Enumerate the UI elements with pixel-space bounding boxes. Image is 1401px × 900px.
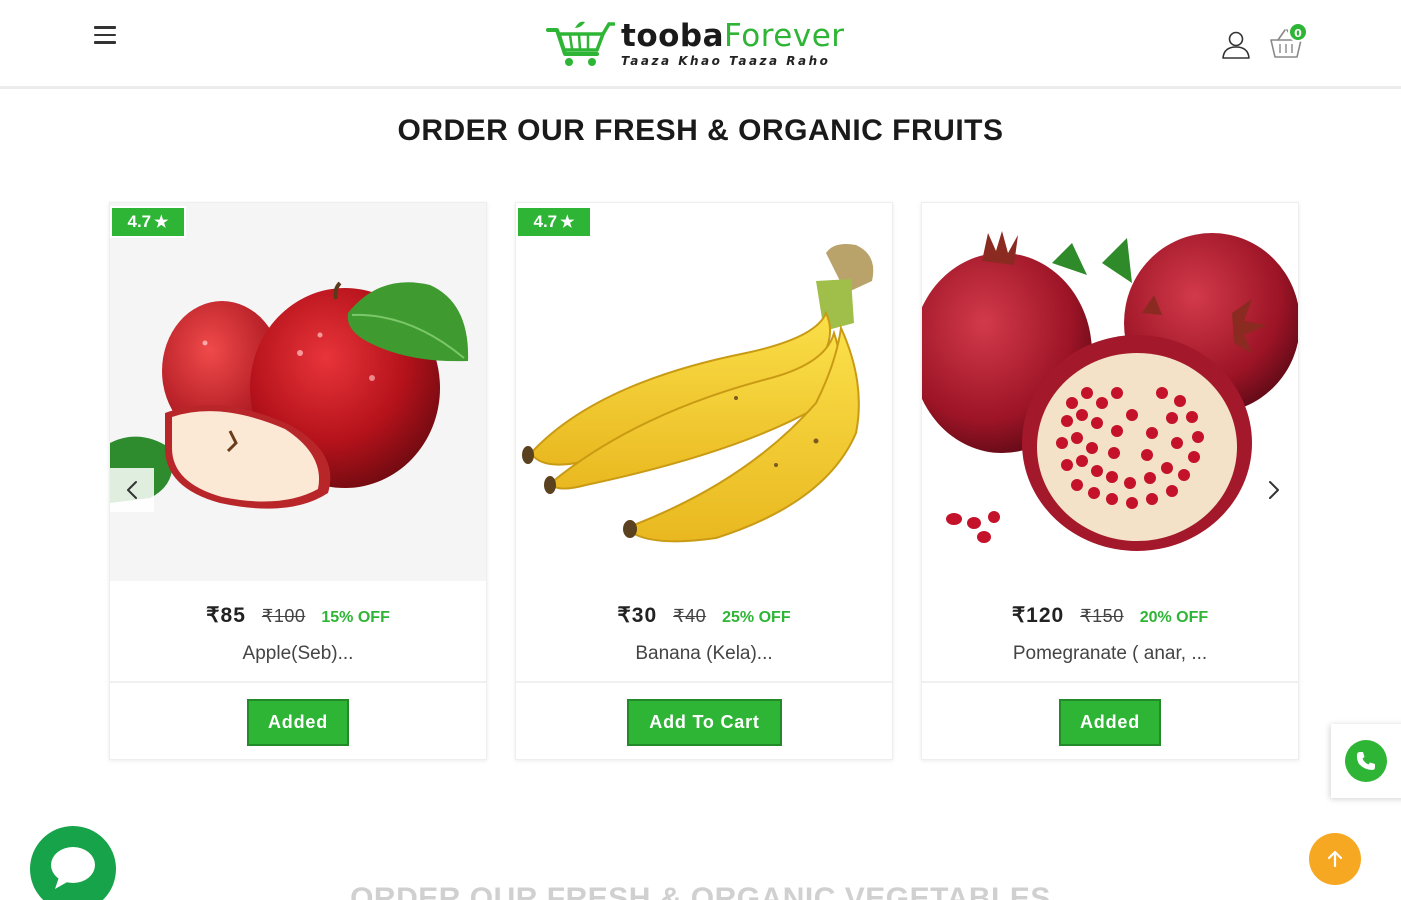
user-icon[interactable]	[1220, 28, 1252, 60]
selling-price: ₹30	[617, 604, 658, 627]
card-divider	[516, 681, 892, 683]
pomegranate-image	[922, 231, 1298, 551]
add-to-cart-button[interactable]: Add To Cart	[627, 699, 782, 746]
logo-cart-icon	[546, 21, 615, 66]
apple-image	[110, 281, 469, 509]
discount-label: 15% OFF	[321, 609, 390, 626]
phone-icon	[1345, 740, 1387, 782]
added-button[interactable]: Added	[247, 699, 349, 746]
star-icon: ★	[560, 214, 575, 231]
rating-badge: 4.7 ★	[516, 206, 592, 238]
next-section-title: ORDER OUR FRESH & ORGANIC VEGETABLES	[350, 882, 1051, 900]
product-image-pomegranate[interactable]	[922, 203, 1298, 581]
product-image-apple[interactable]	[110, 203, 486, 581]
product-image-banana[interactable]	[516, 203, 892, 581]
carousel-next-button[interactable]	[1252, 468, 1296, 512]
added-button[interactable]: Added	[1059, 699, 1161, 746]
arrow-up-icon	[1327, 850, 1343, 868]
hamburger-menu-icon[interactable]	[94, 26, 118, 48]
product-card-pomegranate[interactable]: ₹120 ₹150 20% OFF Pomegranate ( anar, ..…	[921, 202, 1299, 760]
chevron-left-icon	[127, 481, 137, 499]
chat-button[interactable]	[30, 826, 116, 900]
site-logo[interactable]: toobaForever Taaza Khao Taaza Raho	[545, 14, 865, 74]
chevron-right-icon	[1269, 481, 1279, 499]
carousel-prev-button[interactable]	[110, 468, 154, 512]
section-title: ORDER OUR FRESH & ORGANIC FRUITS	[397, 114, 1004, 147]
rating-badge: 4.7 ★	[110, 206, 186, 238]
original-price: ₹40	[673, 606, 707, 626]
product-card-banana[interactable]: 4.7 ★ ₹30 ₹40 25% OFF Banana (Kela)... A…	[515, 202, 893, 760]
discount-label: 20% OFF	[1139, 609, 1209, 626]
star-icon: ★	[154, 214, 169, 231]
logo-word-forever: Forever	[724, 18, 845, 54]
logo-word-tooba: tooba	[621, 18, 725, 54]
cart-count-badge: 0	[1288, 22, 1308, 42]
price-row: ₹85 ₹100 15% OFF	[110, 603, 486, 628]
price-row: ₹30 ₹40 25% OFF	[516, 603, 892, 628]
selling-price: ₹120	[1011, 604, 1065, 627]
phone-call-button[interactable]	[1331, 724, 1401, 798]
product-name[interactable]: Banana (Kela)...	[516, 643, 892, 665]
site-header: toobaForever Taaza Khao Taaza Raho 0	[0, 0, 1401, 89]
original-price: ₹100	[261, 606, 306, 626]
price-row: ₹120 ₹150 20% OFF	[922, 603, 1298, 628]
discount-label: 25% OFF	[722, 609, 791, 626]
rating-value: 4.7	[127, 212, 152, 231]
selling-price: ₹85	[206, 604, 246, 627]
rating-value: 4.7	[533, 212, 558, 231]
product-name[interactable]: Apple(Seb)...	[110, 643, 486, 665]
card-divider	[922, 681, 1298, 683]
product-card-apple[interactable]: 4.7 ★ ₹85 ₹100 15% OFF Apple(Seb)... Add…	[109, 202, 487, 760]
product-name[interactable]: Pomegranate ( anar, ...	[922, 643, 1298, 665]
chat-bubble-icon	[51, 847, 95, 889]
scroll-to-top-button[interactable]	[1309, 833, 1361, 885]
original-price: ₹150	[1080, 606, 1124, 626]
logo-tagline: Taaza Khao Taaza Raho	[621, 54, 831, 68]
logo-wordmark: toobaForever	[621, 21, 845, 52]
card-divider	[110, 681, 486, 683]
banana-image	[522, 244, 874, 543]
